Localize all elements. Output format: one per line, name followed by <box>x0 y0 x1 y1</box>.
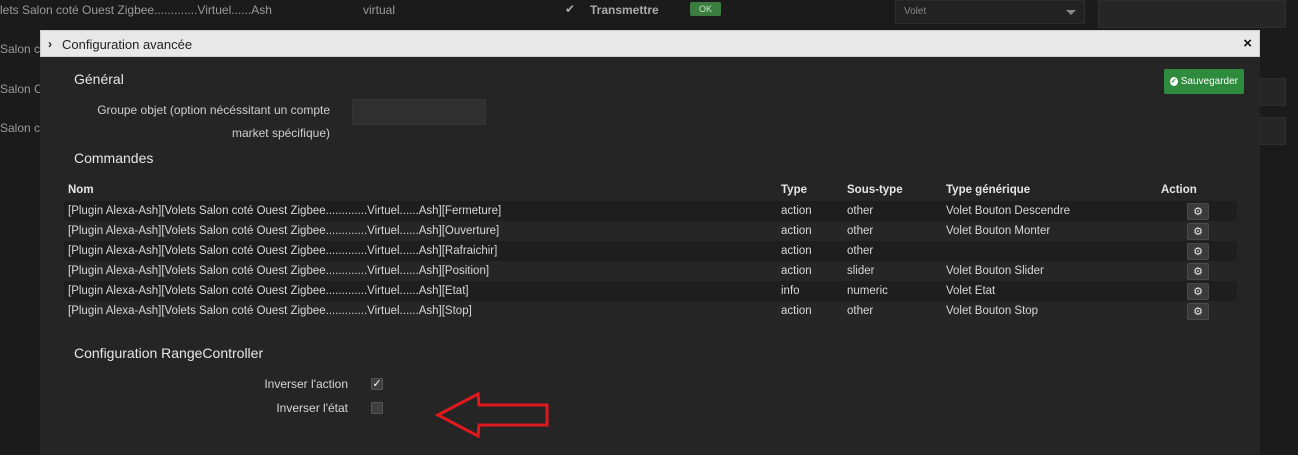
cmd-subtype: slider <box>843 261 942 281</box>
table-row: [Plugin Alexa-Ash][Volets Salon coté Oue… <box>64 201 1237 221</box>
save-button-label: Sauvegarder <box>1180 76 1238 87</box>
gear-icon[interactable]: ⚙ <box>1187 262 1209 280</box>
bg-select-value: Volet <box>904 6 927 17</box>
bg-input-2[interactable] <box>1260 78 1286 106</box>
cmd-generic: Volet Bouton Descendre <box>942 201 1157 221</box>
bg-row-type: virtual <box>363 3 396 17</box>
cmd-name: [Plugin Alexa-Ash][Volets Salon coté Oue… <box>64 201 777 221</box>
cmd-action-cell: ⚙ <box>1157 301 1237 321</box>
table-row: [Plugin Alexa-Ash][Volets Salon coté Oue… <box>64 281 1237 301</box>
cmd-type: action <box>777 201 843 221</box>
cmd-subtype: numeric <box>843 281 942 301</box>
cmd-action-cell: ⚙ <box>1157 201 1237 221</box>
chevron-right-icon: › <box>48 37 52 51</box>
cmd-type: info <box>777 281 843 301</box>
red-arrow-icon <box>435 391 549 439</box>
group-object-input[interactable] <box>352 99 486 125</box>
check-circle-icon: ✓ <box>1170 77 1178 86</box>
cmd-type: action <box>777 261 843 281</box>
cmd-action-cell: ⚙ <box>1157 261 1237 281</box>
section-range-title: Configuration RangeController <box>74 345 264 361</box>
cmd-name: [Plugin Alexa-Ash][Volets Salon coté Oue… <box>64 261 777 281</box>
cmd-name: [Plugin Alexa-Ash][Volets Salon coté Oue… <box>64 281 777 301</box>
modal-title: Configuration avancée <box>62 37 193 52</box>
gear-icon[interactable]: ⚙ <box>1187 302 1209 320</box>
cmd-type: action <box>777 241 843 261</box>
group-object-label-line2: market spécifique) <box>231 126 330 140</box>
cmd-type: action <box>777 221 843 241</box>
cmd-action-cell: ⚙ <box>1157 281 1237 301</box>
table-row: [Plugin Alexa-Ash][Volets Salon coté Oue… <box>64 261 1237 281</box>
cmd-type: action <box>777 301 843 321</box>
col-action: Action <box>1157 179 1237 201</box>
bg-check-icon[interactable]: ✔ <box>565 3 577 15</box>
invert-state-label: Inverser l'état <box>276 401 348 415</box>
cmd-subtype: other <box>843 301 942 321</box>
gear-icon[interactable]: ⚙ <box>1187 282 1209 300</box>
section-commands-title: Commandes <box>74 150 154 166</box>
commands-table: Nom Type Sous-type Type générique Action… <box>64 179 1237 321</box>
invert-action-label: Inverser l'action <box>264 377 348 391</box>
close-icon[interactable]: × <box>1243 35 1252 52</box>
cmd-generic <box>942 241 1157 261</box>
col-generic-type: Type générique <box>942 179 1157 201</box>
cmd-subtype: other <box>843 221 942 241</box>
gear-icon[interactable]: ⚙ <box>1187 202 1209 220</box>
col-name: Nom <box>64 179 777 201</box>
cmd-action-cell: ⚙ <box>1157 221 1237 241</box>
gear-icon[interactable]: ⚙ <box>1187 242 1209 260</box>
bg-input-3[interactable] <box>1260 117 1286 145</box>
bg-ok-badge[interactable]: OK <box>690 2 722 16</box>
cmd-subtype: other <box>843 201 942 221</box>
bg-row-name: lets Salon coté Ouest Zigbee............… <box>0 3 272 17</box>
cmd-generic: Volet Bouton Monter <box>942 221 1157 241</box>
col-type: Type <box>777 179 843 201</box>
cmd-name: [Plugin Alexa-Ash][Volets Salon coté Oue… <box>64 301 777 321</box>
cmd-generic: Volet Bouton Slider <box>942 261 1157 281</box>
table-row: [Plugin Alexa-Ash][Volets Salon coté Oue… <box>64 301 1237 321</box>
cmd-name: [Plugin Alexa-Ash][Volets Salon coté Oue… <box>64 241 777 261</box>
gear-icon[interactable]: ⚙ <box>1187 222 1209 240</box>
table-header-row: Nom Type Sous-type Type générique Action <box>64 179 1237 201</box>
table-row: [Plugin Alexa-Ash][Volets Salon coté Oue… <box>64 221 1237 241</box>
table-row: [Plugin Alexa-Ash][Volets Salon coté Oue… <box>64 241 1237 261</box>
cmd-action-cell: ⚙ <box>1157 241 1237 261</box>
cmd-generic: Volet Bouton Stop <box>942 301 1157 321</box>
section-general-title: Général <box>74 71 124 87</box>
bg-input-1[interactable] <box>1098 0 1286 28</box>
chevron-down-icon <box>1066 10 1076 15</box>
bg-transmit-label: Transmettre <box>590 3 659 17</box>
col-subtype: Sous-type <box>843 179 942 201</box>
modal-header: › Configuration avancée × <box>40 30 1260 57</box>
group-object-label-line1: Groupe objet (option nécéssitant un comp… <box>97 103 330 117</box>
invert-state-checkbox[interactable] <box>371 402 383 414</box>
cmd-generic: Volet Etat <box>942 281 1157 301</box>
cmd-name: [Plugin Alexa-Ash][Volets Salon coté Oue… <box>64 221 777 241</box>
advanced-config-modal: › Configuration avancée × Général ✓ Sauv… <box>40 30 1260 455</box>
invert-action-checkbox[interactable]: ✓ <box>371 378 383 390</box>
bg-select[interactable]: Volet <box>895 0 1085 24</box>
save-button[interactable]: ✓ Sauvegarder <box>1164 69 1244 94</box>
cmd-subtype: other <box>843 241 942 261</box>
